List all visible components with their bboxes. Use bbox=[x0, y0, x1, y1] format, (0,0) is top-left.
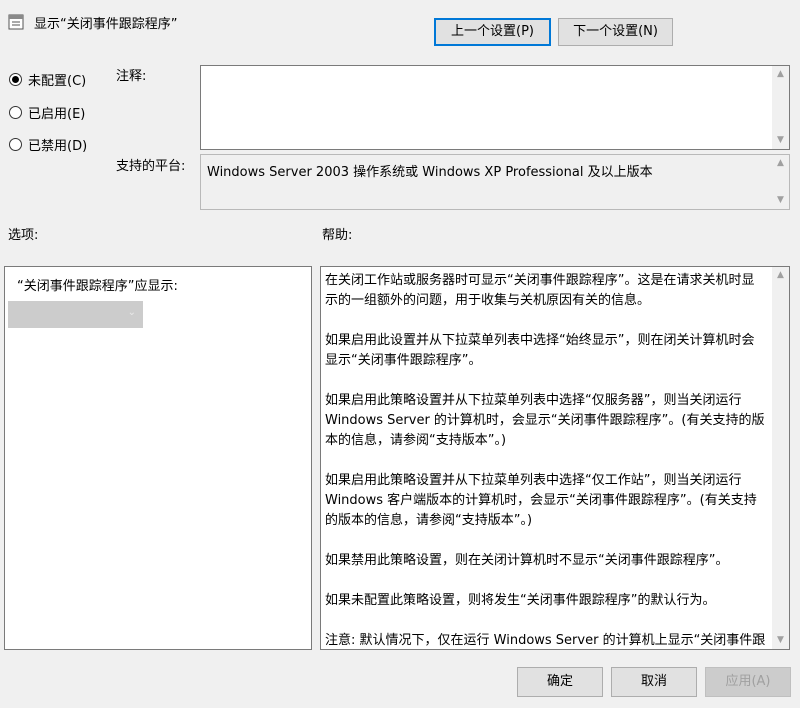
chevron-down-icon: ⌄ bbox=[127, 307, 136, 318]
help-paragraph: 如果启用此设置并从下拉菜单列表中选择“始终显示”，则在闭关计算机时会显示“关闭事… bbox=[325, 333, 755, 368]
help-label: 帮助: bbox=[322, 228, 353, 243]
radio-indicator bbox=[9, 106, 22, 119]
comment-textarea[interactable]: ▲ ▼ bbox=[200, 65, 790, 150]
radio-label: 已禁用(D) bbox=[28, 139, 88, 154]
scroll-up-icon[interactable]: ▲ bbox=[772, 267, 789, 284]
help-scrollbar[interactable]: ▲ ▼ bbox=[772, 267, 789, 649]
scroll-up-icon[interactable]: ▲ bbox=[772, 66, 789, 83]
next-setting-button[interactable]: 下一个设置(N) bbox=[558, 18, 673, 46]
previous-setting-button[interactable]: 上一个设置(P) bbox=[434, 18, 551, 46]
help-paragraph: 注意: 默认情况下，仅在运行 Windows Server 的计算机上显示“关闭… bbox=[325, 633, 766, 648]
help-paragraph: 如果启用此策略设置并从下拉菜单列表中选择“仅服务器”，则当关闭运行 Window… bbox=[325, 393, 765, 448]
help-panel: 在关闭工作站或服务器时可显示“关闭事件跟踪程序”。这是在请求关机时显示的一组额外… bbox=[320, 266, 790, 650]
scroll-down-icon[interactable]: ▼ bbox=[772, 192, 789, 209]
radio-indicator bbox=[9, 138, 22, 151]
help-paragraph: 如果启用此策略设置并从下拉菜单列表中选择“仅工作站”，则当关闭运行 Window… bbox=[325, 473, 757, 528]
help-text: 在关闭工作站或服务器时可显示“关闭事件跟踪程序”。这是在请求关机时显示的一组额外… bbox=[325, 271, 767, 649]
dialog-title: 显示“关闭事件跟踪程序” bbox=[34, 17, 178, 32]
comment-scrollbar[interactable]: ▲ ▼ bbox=[772, 66, 789, 149]
help-paragraph: 在关闭工作站或服务器时可显示“关闭事件跟踪程序”。这是在请求关机时显示的一组额外… bbox=[325, 273, 755, 308]
scroll-down-icon[interactable]: ▼ bbox=[772, 132, 789, 149]
option-prompt: “关闭事件跟踪程序”应显示: bbox=[17, 279, 178, 294]
help-paragraph: 如果禁用此策略设置，则在关闭计算机时不显示“关闭事件跟踪程序”。 bbox=[325, 553, 729, 568]
display-mode-dropdown[interactable]: ⌄ bbox=[8, 301, 143, 328]
radio-indicator bbox=[9, 73, 22, 86]
ok-button[interactable]: 确定 bbox=[517, 667, 603, 697]
radio-disabled[interactable]: 已禁用(D) bbox=[9, 135, 87, 154]
platform-label: 支持的平台: bbox=[116, 159, 186, 174]
radio-label: 已启用(E) bbox=[28, 107, 86, 122]
platform-value: Windows Server 2003 操作系统或 Windows XP Pro… bbox=[207, 165, 653, 180]
scroll-up-icon[interactable]: ▲ bbox=[772, 155, 789, 172]
help-paragraph: 如果未配置此策略设置，则将发生“关闭事件跟踪程序”的默认行为。 bbox=[325, 593, 716, 608]
radio-label: 未配置(C) bbox=[28, 74, 87, 89]
policy-window-icon bbox=[8, 14, 24, 30]
platform-field: Windows Server 2003 操作系统或 Windows XP Pro… bbox=[200, 154, 790, 210]
scroll-down-icon[interactable]: ▼ bbox=[772, 632, 789, 649]
platform-scrollbar[interactable]: ▲ ▼ bbox=[772, 155, 789, 209]
radio-not-configured[interactable]: 未配置(C) bbox=[9, 70, 86, 89]
cancel-button[interactable]: 取消 bbox=[611, 667, 697, 697]
comment-label: 注释: bbox=[116, 69, 147, 84]
options-label: 选项: bbox=[8, 228, 39, 243]
apply-button[interactable]: 应用(A) bbox=[705, 667, 791, 697]
radio-enabled[interactable]: 已启用(E) bbox=[9, 103, 85, 122]
